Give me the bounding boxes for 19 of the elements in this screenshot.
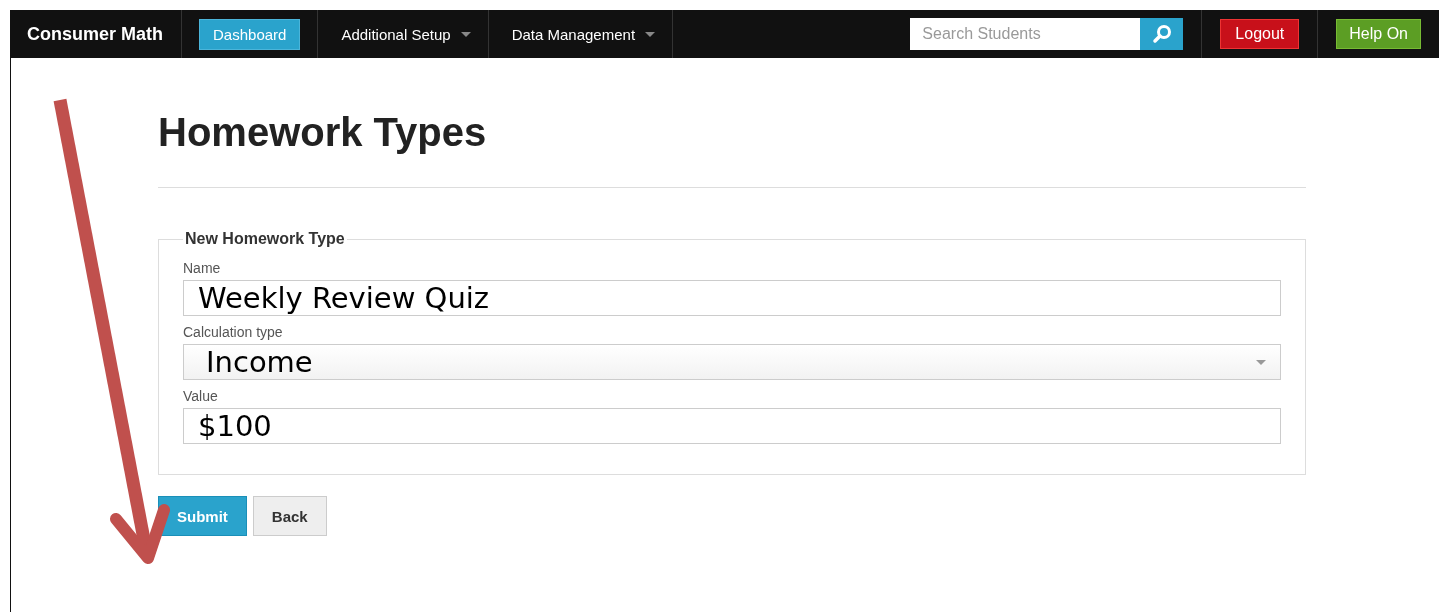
caret-icon bbox=[645, 31, 656, 37]
nav-dropdown[interactable]: Data Management bbox=[505, 25, 656, 43]
field-label: Value bbox=[183, 388, 218, 404]
select-field[interactable]: Income bbox=[183, 344, 1281, 380]
back-button[interactable]: Back bbox=[252, 496, 327, 536]
search-button[interactable] bbox=[1140, 18, 1184, 50]
logout-button[interactable]: Logout bbox=[1220, 19, 1300, 49]
search-field[interactable]: Search Students bbox=[910, 18, 1141, 50]
caret-icon bbox=[1256, 359, 1266, 365]
field-label: Calculation type bbox=[183, 324, 283, 340]
form-legend: New Homework Type bbox=[183, 230, 347, 248]
input-field[interactable]: Weekly Review Quiz bbox=[183, 280, 1281, 316]
search-icon bbox=[1151, 24, 1172, 44]
brand-title[interactable]: Consumer Math bbox=[10, 10, 182, 58]
caret-icon bbox=[460, 31, 471, 37]
field-label: Name bbox=[183, 260, 221, 276]
input-field[interactable]: $100 bbox=[183, 408, 1281, 444]
nav-dropdown[interactable]: Additional Setup bbox=[335, 25, 471, 43]
page-title: Homework Types bbox=[158, 109, 488, 155]
